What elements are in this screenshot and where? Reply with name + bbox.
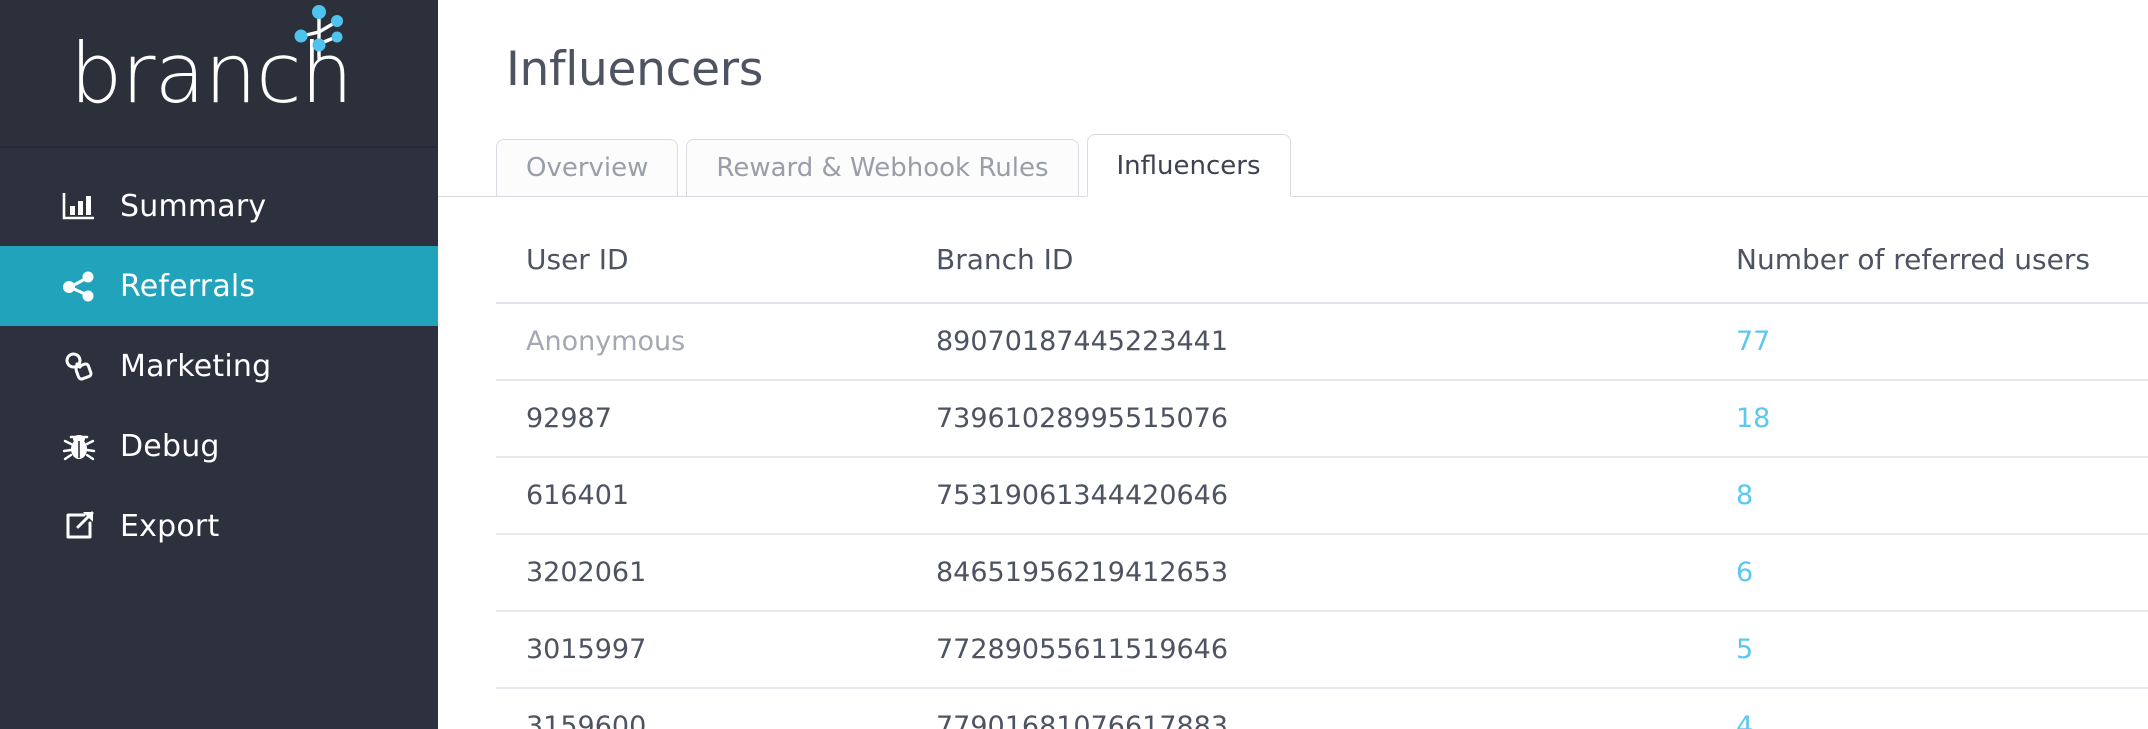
tab-bar: Overview Reward & Webhook Rules Influenc…	[438, 133, 2148, 197]
table-row[interactable]: 92987 73961028995515076 18	[496, 380, 2148, 458]
table-row[interactable]: 3015997 77289055611519646 5	[496, 611, 2148, 689]
cell-referred-users[interactable]: 4	[1706, 688, 2148, 729]
cell-referred-users[interactable]: 5	[1706, 611, 2148, 689]
sidebar-item-export[interactable]: Export	[0, 486, 438, 566]
cell-referred-users[interactable]: 18	[1706, 380, 2148, 458]
table-row[interactable]: Anonymous 89070187445223441 77	[496, 303, 2148, 381]
table-header-row: User ID Branch ID Number of referred use…	[496, 197, 2148, 304]
cell-branch-id: 77289055611519646	[906, 611, 1706, 689]
table-row[interactable]: 3159600 77901681076617883 4	[496, 688, 2148, 729]
link-icon	[62, 350, 106, 382]
table-row[interactable]: 616401 75319061344420646 8	[496, 457, 2148, 535]
cell-referred-users[interactable]: 6	[1706, 534, 2148, 612]
cell-user-id: 3202061	[496, 534, 906, 612]
sidebar-item-debug[interactable]: Debug	[0, 406, 438, 486]
bar-chart-icon	[62, 191, 106, 221]
branch-tree-icon	[294, 4, 344, 60]
sidebar-nav: Summary Referrals Marketing Debug Export	[0, 148, 438, 566]
sidebar-item-summary[interactable]: Summary	[0, 166, 438, 246]
sidebar-item-label: Debug	[120, 428, 220, 464]
sidebar-item-label: Referrals	[120, 268, 256, 304]
external-link-icon	[62, 510, 106, 542]
brand-logo[interactable]: branch	[0, 0, 438, 148]
cell-branch-id: 89070187445223441	[906, 303, 1706, 381]
cell-referred-users[interactable]: 77	[1706, 303, 2148, 381]
cell-user-id: 3159600	[496, 688, 906, 729]
page-title: Influencers	[506, 42, 764, 97]
cell-branch-id: 77901681076617883	[906, 688, 1706, 729]
table-body: Anonymous 89070187445223441 77 92987 739…	[496, 303, 2148, 729]
sidebar-item-marketing[interactable]: Marketing	[0, 326, 438, 406]
bug-icon	[62, 430, 106, 462]
tab-reward-webhook-rules[interactable]: Reward & Webhook Rules	[686, 139, 1079, 197]
column-header-user-id[interactable]: User ID	[496, 197, 906, 304]
column-header-branch-id[interactable]: Branch ID	[906, 197, 1706, 304]
column-header-referred-users[interactable]: Number of referred users	[1706, 197, 2148, 304]
cell-branch-id: 75319061344420646	[906, 457, 1706, 535]
sidebar-item-label: Marketing	[120, 348, 272, 384]
sidebar-item-label: Export	[120, 508, 220, 544]
cell-branch-id: 73961028995515076	[906, 380, 1706, 458]
cell-referred-users[interactable]: 8	[1706, 457, 2148, 535]
table-header: User ID Branch ID Number of referred use…	[496, 197, 2148, 304]
cell-branch-id: 84651956219412653	[906, 534, 1706, 612]
cell-user-id: 3015997	[496, 611, 906, 689]
sidebar: branch Summary Referrals Marketing Debug…	[0, 0, 438, 729]
influencers-table-wrap: User ID Branch ID Number of referred use…	[438, 197, 2148, 729]
cell-user-id: 616401	[496, 457, 906, 535]
tab-influencers[interactable]: Influencers	[1086, 134, 1291, 197]
sidebar-item-label: Summary	[120, 188, 267, 224]
cell-user-id: Anonymous	[496, 303, 906, 381]
app-root: branch Summary Referrals Marketing Debug…	[0, 0, 2148, 729]
influencers-table: User ID Branch ID Number of referred use…	[496, 197, 2148, 729]
table-row[interactable]: 3202061 84651956219412653 6	[496, 534, 2148, 612]
tab-overview[interactable]: Overview	[496, 139, 679, 197]
main-content: Influencers Overview Reward & Webhook Ru…	[438, 0, 2148, 729]
share-icon	[62, 270, 106, 302]
sidebar-item-referrals[interactable]: Referrals	[0, 246, 438, 326]
cell-user-id: 92987	[496, 380, 906, 458]
